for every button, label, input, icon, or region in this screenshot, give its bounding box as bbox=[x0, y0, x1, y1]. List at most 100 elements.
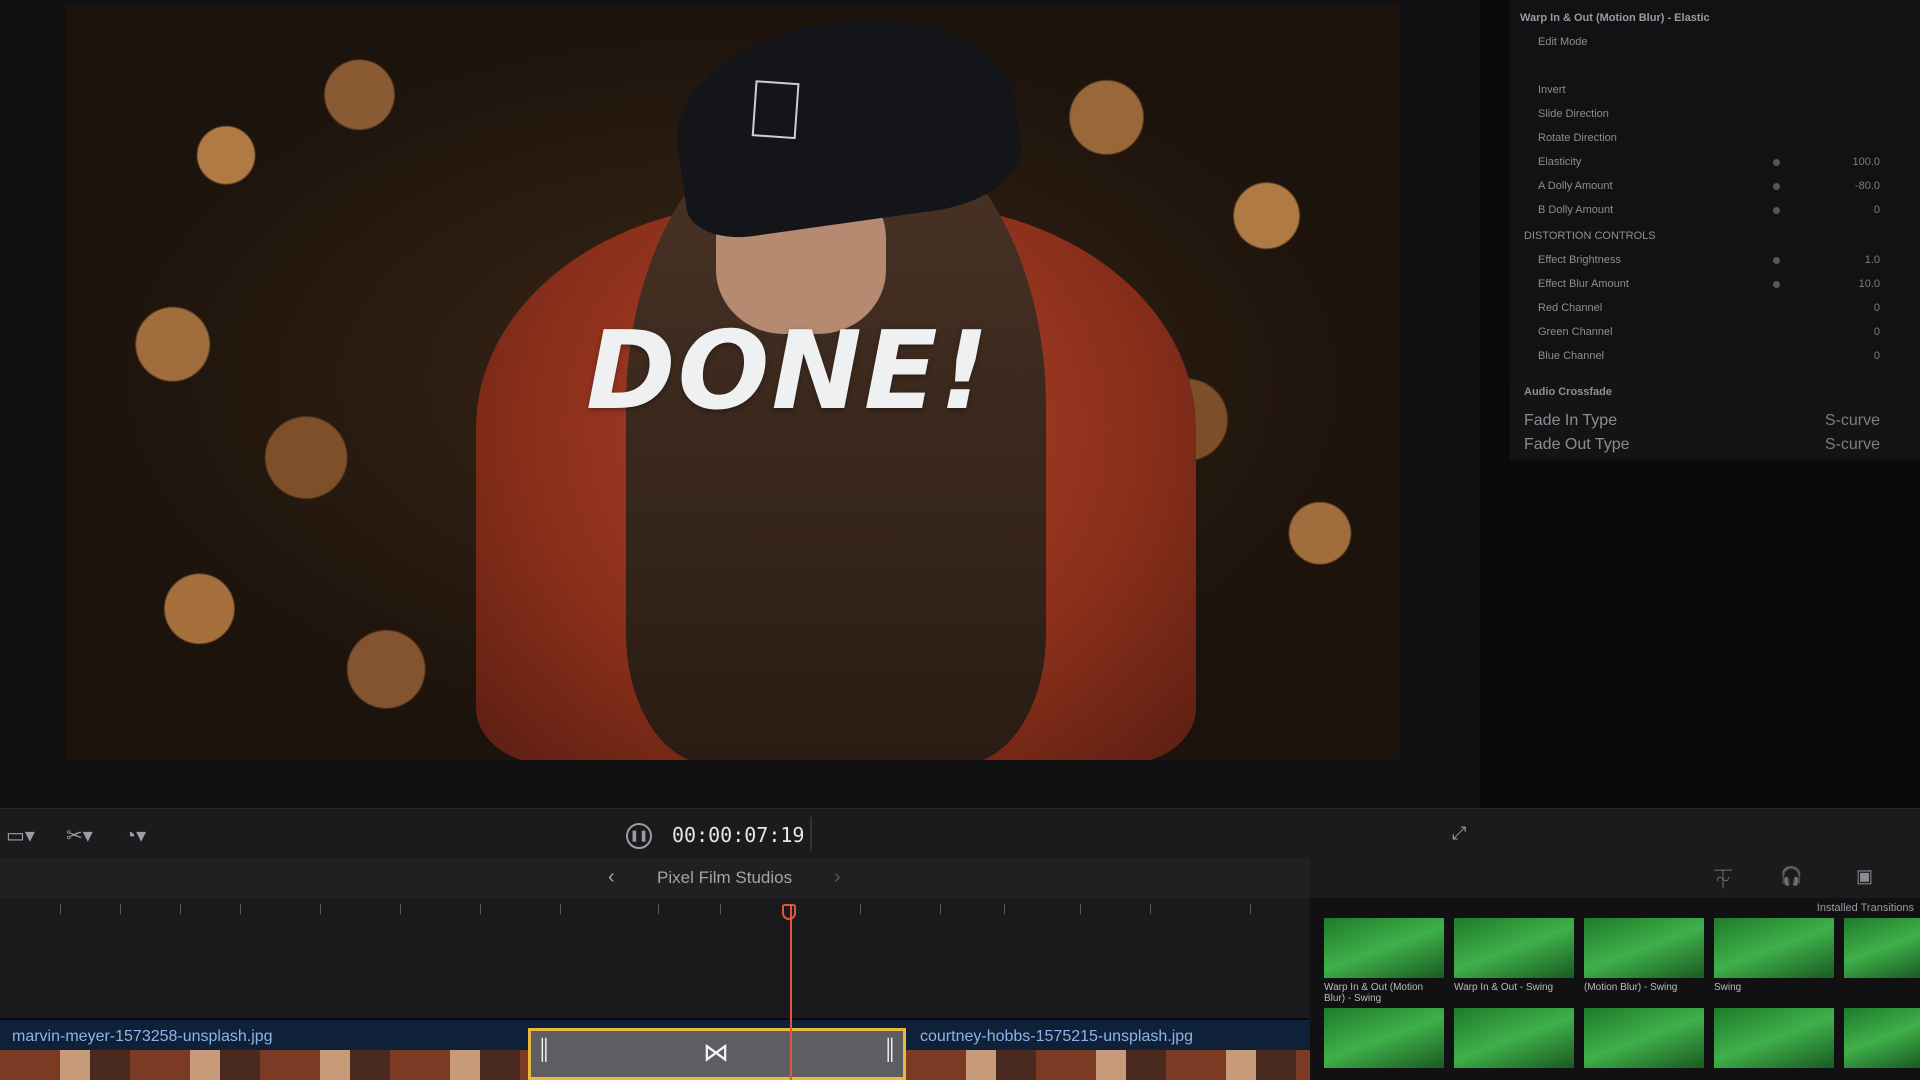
inspector-row-a-dolly[interactable]: A Dolly Amount -80.0 bbox=[1510, 176, 1920, 198]
ruler-tick bbox=[720, 904, 721, 914]
ruler-tick bbox=[120, 904, 121, 914]
transition-handle-left[interactable]: ║ bbox=[537, 1039, 551, 1062]
ruler-tick bbox=[60, 904, 61, 914]
transition-thumb[interactable] bbox=[1324, 918, 1444, 978]
transition-clip[interactable]: ║ ⋈ ║ bbox=[528, 1028, 906, 1080]
speed-icon[interactable]: ◔▾ bbox=[124, 823, 146, 848]
transition-thumb[interactable] bbox=[1454, 1008, 1574, 1068]
chevron-left-icon[interactable]: ‹ bbox=[608, 866, 615, 889]
inspector-row-effect-brightness[interactable]: Effect Brightness 1.0 bbox=[1510, 250, 1920, 272]
slider-knob[interactable] bbox=[1773, 257, 1780, 264]
clip-right-label[interactable]: courtney-hobbs-1575215-unsplash.jpg bbox=[920, 1028, 1193, 1046]
timeline-toolbar: ▭▾ ✂▾ ◔▾ ❚❚ 00:00:07:19 ⤢ bbox=[0, 808, 1920, 859]
inspector-row-slide-direction[interactable]: Slide Direction bbox=[1510, 104, 1920, 126]
ruler-tick bbox=[860, 904, 861, 914]
timeline-ruler[interactable] bbox=[0, 898, 1310, 1018]
transition-thumb[interactable] bbox=[1454, 918, 1574, 978]
row-value: 0 bbox=[1873, 326, 1880, 338]
row-label: B Dolly Amount bbox=[1538, 204, 1614, 216]
toolbar-divider bbox=[810, 817, 812, 851]
transition-thumb[interactable] bbox=[1584, 918, 1704, 978]
inspector-row-fade-in[interactable]: Fade In Type S-curve bbox=[1510, 408, 1920, 430]
ruler-tick bbox=[320, 904, 321, 914]
transition-thumb[interactable] bbox=[1844, 918, 1920, 978]
fullscreen-icon[interactable]: ⤢ bbox=[1452, 823, 1466, 844]
row-value: 0 bbox=[1873, 204, 1880, 216]
transition-handle-right[interactable]: ║ bbox=[883, 1039, 897, 1062]
transition-thumb-label: Swing bbox=[1714, 982, 1742, 993]
headphones-icon[interactable]: 🎧 bbox=[1780, 866, 1802, 887]
ruler-tick bbox=[480, 904, 481, 914]
ruler-tick bbox=[240, 904, 241, 914]
inspector-row-blue-channel[interactable]: Blue Channel 0 bbox=[1510, 346, 1920, 368]
row-label: A Dolly Amount bbox=[1538, 180, 1613, 192]
ruler-tick bbox=[1150, 904, 1151, 914]
playhead-cap[interactable] bbox=[782, 904, 796, 920]
inspector-row-b-dolly[interactable]: B Dolly Amount 0 bbox=[1510, 200, 1920, 222]
row-value: 0 bbox=[1873, 350, 1880, 362]
clip-left-label[interactable]: marvin-meyer-1573258-unsplash.jpg bbox=[12, 1028, 273, 1046]
ruler-tick bbox=[560, 904, 561, 914]
slider-knob[interactable] bbox=[1773, 207, 1780, 214]
inspector-row-rotate-direction[interactable]: Rotate Direction bbox=[1510, 128, 1920, 150]
clip-right-thumbnails[interactable] bbox=[906, 1050, 1310, 1080]
transition-thumb-label: Warp In & Out - Swing bbox=[1454, 982, 1554, 993]
viewer: DONE! bbox=[0, 0, 1480, 808]
bowtie-icon: ⋈ bbox=[703, 1037, 729, 1067]
row-label: Blue Channel bbox=[1538, 350, 1605, 362]
ruler-tick bbox=[1004, 904, 1005, 914]
edit-tools-icon[interactable]: ✂▾ bbox=[66, 823, 93, 848]
transition-thumb[interactable] bbox=[1844, 1008, 1920, 1068]
browser-toggle-icon[interactable]: ▣ bbox=[1856, 866, 1873, 887]
inspector-row-fade-out[interactable]: Fade Out Type S-curve bbox=[1510, 432, 1920, 454]
slider-knob[interactable] bbox=[1773, 183, 1780, 190]
transitions-browser: Installed Transitions Warp In & Out (Mot… bbox=[1310, 898, 1920, 1080]
inspector: Warp In & Out (Motion Blur) - Elastic Ed… bbox=[1480, 0, 1920, 808]
row-label: Rotate Direction bbox=[1538, 132, 1617, 144]
transition-thumb[interactable] bbox=[1714, 918, 1834, 978]
clip-left-thumbnails[interactable] bbox=[0, 1050, 528, 1080]
row-value: 10.0 bbox=[1858, 278, 1880, 290]
ruler-tick bbox=[180, 904, 181, 914]
row-label: Invert bbox=[1538, 84, 1566, 96]
row-value: S-curve bbox=[1824, 412, 1880, 429]
row-value: 1.0 bbox=[1864, 254, 1880, 266]
distortion-section-title: DISTORTION CONTROLS bbox=[1524, 230, 1656, 242]
inspector-row-edit-mode[interactable]: Edit Mode bbox=[1510, 32, 1920, 54]
row-label: Green Channel bbox=[1538, 326, 1613, 338]
audio-skimming-icon[interactable]: ⏇ bbox=[1714, 866, 1732, 892]
slider-knob[interactable] bbox=[1773, 159, 1780, 166]
ruler-tick bbox=[400, 904, 401, 914]
row-value: 0 bbox=[1873, 302, 1880, 314]
row-label: Fade Out Type bbox=[1524, 436, 1630, 453]
inspector-header: Warp In & Out (Motion Blur) - Elastic bbox=[1520, 12, 1710, 24]
transition-thumb[interactable] bbox=[1324, 1008, 1444, 1068]
ruler-tick bbox=[658, 904, 659, 914]
play-button[interactable]: ❚❚ bbox=[626, 823, 652, 849]
playhead[interactable] bbox=[790, 904, 792, 1080]
browser-tools: ⏇ 🎧 ▣ bbox=[1310, 858, 1920, 898]
inspector-row-red-channel[interactable]: Red Channel 0 bbox=[1510, 298, 1920, 320]
timecode-display: 00:00:07:19 bbox=[672, 823, 805, 847]
audio-crossfade-panel: Audio Crossfade Fade In Type S-curve Fad… bbox=[1510, 378, 1920, 458]
row-value: S-curve bbox=[1824, 436, 1880, 453]
inspector-row-invert[interactable]: Invert bbox=[1510, 80, 1920, 102]
row-value: 100.0 bbox=[1852, 156, 1880, 168]
project-name[interactable]: Pixel Film Studios bbox=[657, 868, 792, 888]
inspector-row-elasticity[interactable]: Elasticity 100.0 bbox=[1510, 152, 1920, 174]
clip-appearance-icon[interactable]: ▭▾ bbox=[6, 823, 35, 848]
ruler-tick bbox=[940, 904, 941, 914]
slider-knob[interactable] bbox=[1773, 281, 1780, 288]
ruler-tick bbox=[1080, 904, 1081, 914]
audio-section-title: Audio Crossfade bbox=[1524, 386, 1613, 398]
chevron-right-icon[interactable]: › bbox=[834, 866, 841, 889]
video-frame: DONE! bbox=[66, 4, 1400, 760]
transition-thumb-label: Warp In & Out (Motion Blur) - Swing bbox=[1324, 982, 1424, 1004]
ruler-tick bbox=[1250, 904, 1251, 914]
transition-thumb[interactable] bbox=[1584, 1008, 1704, 1068]
transition-thumb[interactable] bbox=[1714, 1008, 1834, 1068]
inspector-row-green-channel[interactable]: Green Channel 0 bbox=[1510, 322, 1920, 344]
inspector-row-effect-blur[interactable]: Effect Blur Amount 10.0 bbox=[1510, 274, 1920, 296]
row-label: Effect Blur Amount bbox=[1538, 278, 1629, 290]
cap-logo bbox=[751, 80, 800, 140]
